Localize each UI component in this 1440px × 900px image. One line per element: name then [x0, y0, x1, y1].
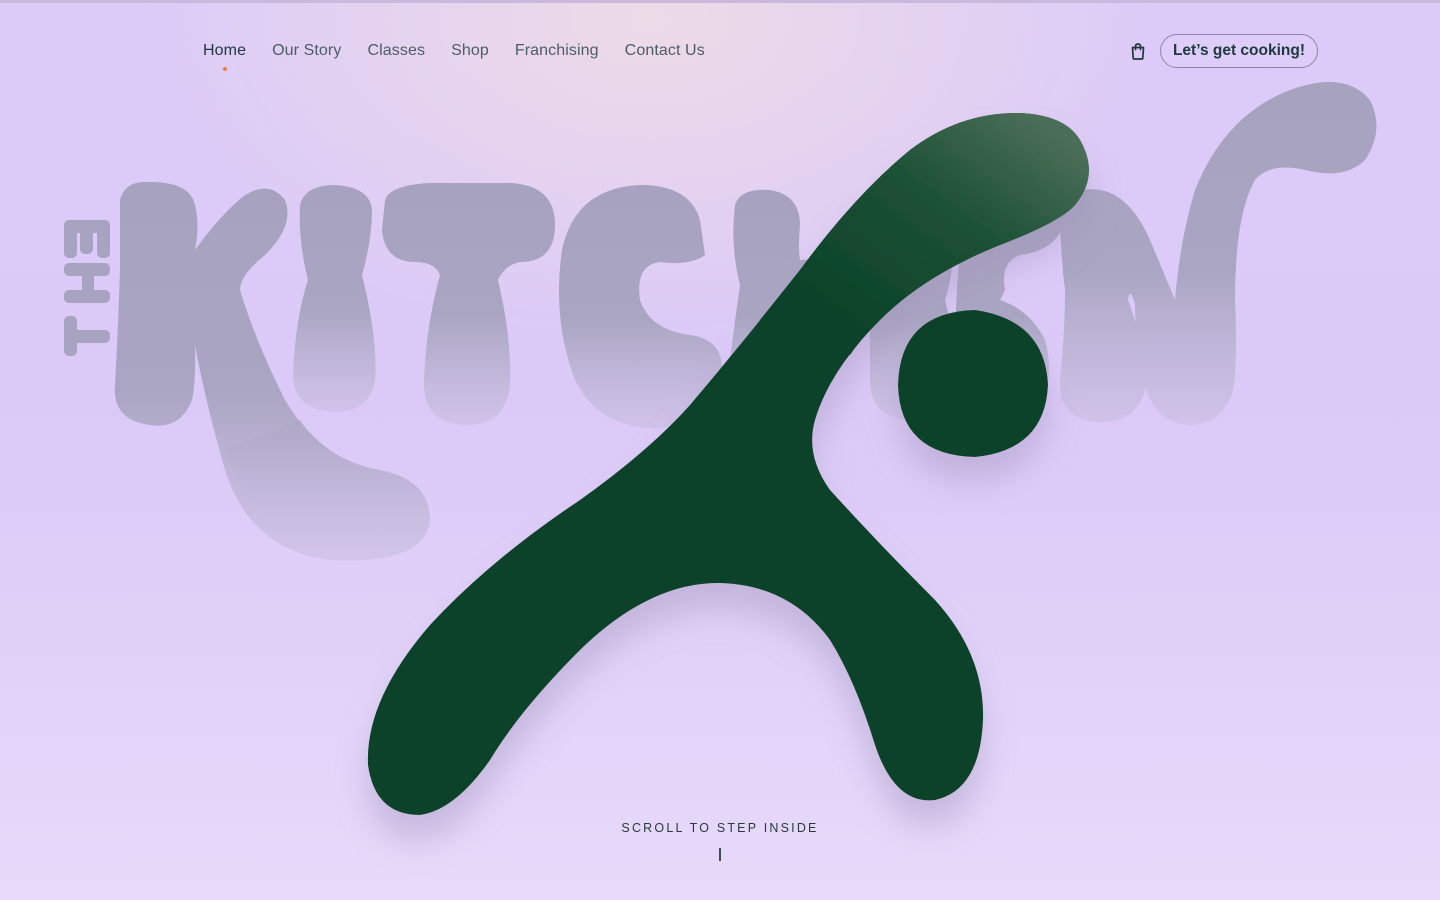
lets-get-cooking-button[interactable]: Let’s get cooking! [1160, 34, 1318, 68]
nav-item-shop[interactable]: Shop [451, 41, 489, 61]
shopping-bag-icon [1131, 43, 1145, 60]
nav-item-label: Shop [451, 42, 489, 59]
nav-item-label: Our Story [272, 42, 342, 59]
mascot-figure-logo [367, 112, 1089, 815]
nav-item-contact-us[interactable]: Contact Us [625, 41, 705, 61]
nav-item-label: Contact Us [624, 42, 705, 59]
cart-button[interactable] [1128, 41, 1148, 61]
nav-item-our-story[interactable]: Our Story [272, 41, 341, 61]
nav-item-label: Classes [367, 42, 426, 59]
nav-item-label: Home [203, 42, 247, 59]
nav-item-home[interactable]: Home [203, 41, 247, 71]
scroll-hint: SCROLL TO STEP INSIDE [621, 821, 819, 835]
nav-item-franchising[interactable]: Franchising [515, 41, 599, 61]
nav-item-classes[interactable]: Classes [367, 41, 425, 61]
active-indicator-dot [222, 67, 227, 71]
scroll-indicator-line [719, 848, 721, 861]
cta-label: Let’s get cooking! [1172, 42, 1306, 59]
nav-item-label: Franchising [514, 42, 599, 59]
main-nav: Home Our Story Classes Shop Franchising … [203, 41, 705, 71]
